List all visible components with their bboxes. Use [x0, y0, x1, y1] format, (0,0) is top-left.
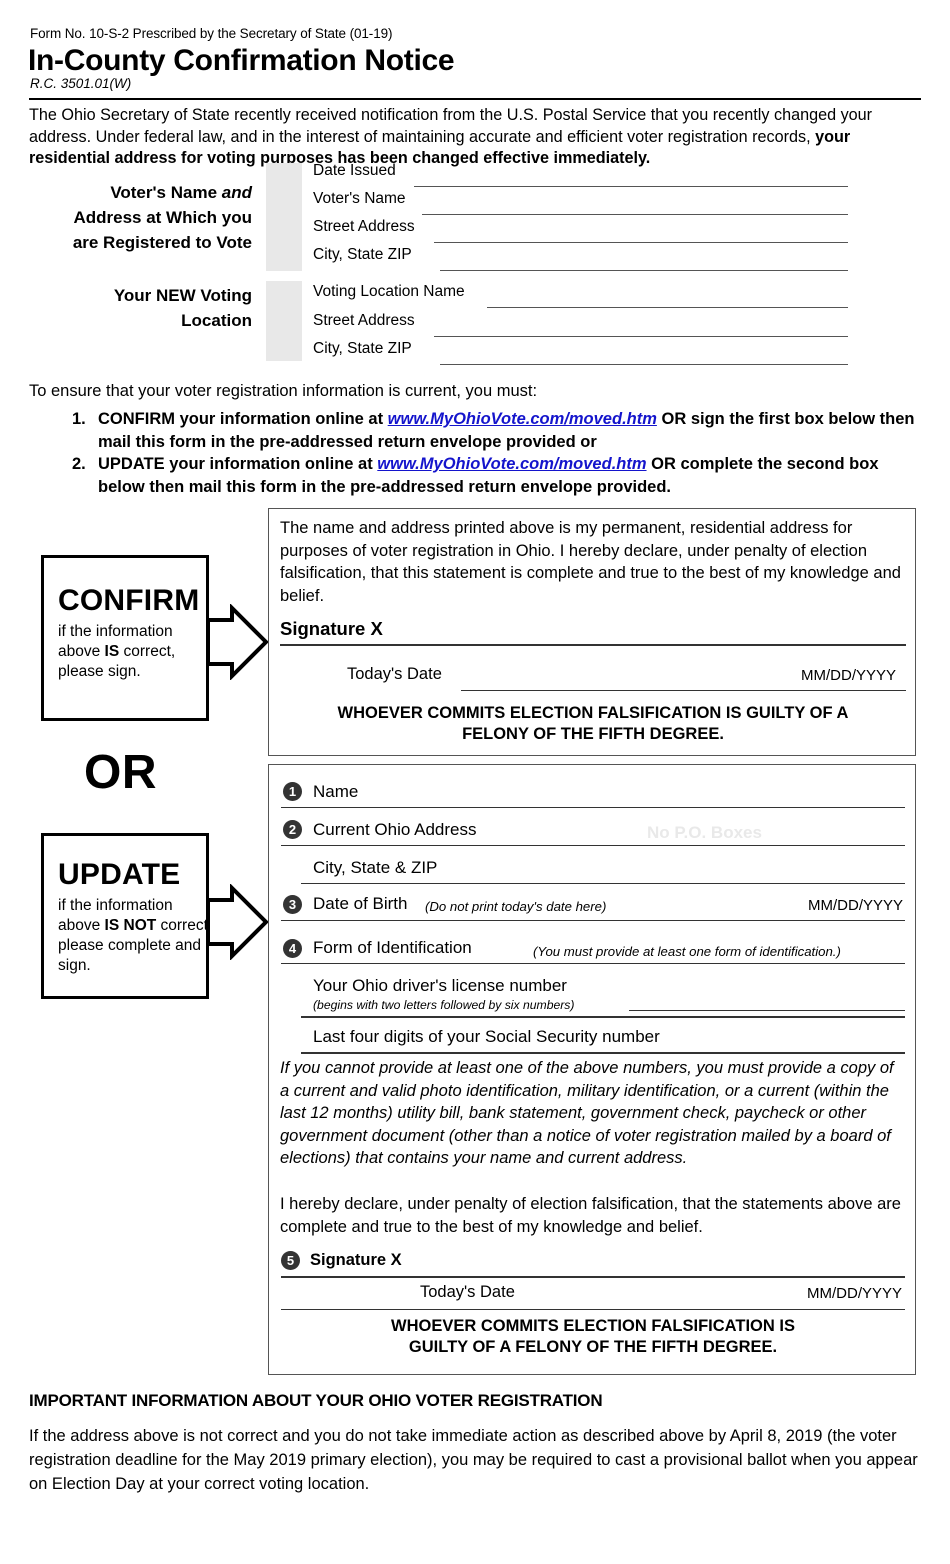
registered-label-line1-italic: and: [221, 183, 252, 202]
new-location-label-line2: Location: [181, 311, 252, 330]
update-date-rule[interactable]: [281, 1309, 905, 1310]
field-rule-city-state-zip[interactable]: [440, 270, 848, 271]
update-item-2-number: 2: [283, 820, 302, 839]
confirm-declaration: The name and address printed above is my…: [280, 519, 901, 605]
header-divider: [29, 98, 921, 100]
confirm-subtext: if the information above IS correct, ple…: [58, 622, 213, 682]
rc-citation: R.C. 3501.01(W): [30, 76, 132, 91]
new-location-label-line1: Your NEW Voting: [113, 286, 252, 305]
confirm-todays-date-label: Today's Date: [347, 665, 442, 683]
update-item-city-label: City, State & ZIP: [313, 858, 438, 877]
confirm-date-format: MM/DD/YYYY: [801, 667, 897, 684]
footer-body: If the address above is not correct and …: [29, 1427, 918, 1493]
field-label-voting-location-name: Voting Location Name: [313, 283, 465, 300]
no-po-boxes-watermark: No P.O. Boxes: [647, 823, 762, 842]
intro-paragraph: The Ohio Secretary of State recently rec…: [29, 105, 924, 170]
update-item-1-rule[interactable]: [281, 807, 905, 808]
field-label-date-issued: Date Issued: [313, 162, 396, 179]
drivers-license-entry-rule[interactable]: [629, 1010, 905, 1011]
update-item-4-rule[interactable]: [281, 963, 905, 964]
ssn-last-four-label: Last four digits of your Social Security…: [313, 1027, 660, 1046]
update-item-3-label: Date of Birth: [313, 894, 408, 913]
update-subtext-bold: IS NOT: [104, 917, 157, 934]
new-location-graybar: [266, 281, 302, 361]
registered-block-label: Voter's Name and Address at Which you ar…: [20, 180, 252, 255]
field-rule-date-issued[interactable]: [414, 186, 848, 187]
field-rule-location-street[interactable]: [434, 336, 848, 337]
intro-text: The Ohio Secretary of State recently rec…: [29, 106, 873, 146]
field-rule-street-address[interactable]: [434, 242, 848, 243]
instructions-lead: To ensure that your voter registration i…: [29, 382, 538, 400]
update-signature-label: Signature X: [310, 1251, 402, 1269]
field-rule-voters-name[interactable]: [422, 214, 848, 215]
confirm-date-rule[interactable]: [461, 690, 906, 691]
registered-label-line1: Voter's Name: [110, 183, 222, 202]
confirm-heading: CONFIRM: [58, 584, 200, 617]
update-subtext: if the information above IS NOT correct,…: [58, 896, 213, 976]
or-separator: OR: [84, 746, 157, 799]
alternate-id-paragraph: If you cannot provide at least one of th…: [280, 1059, 894, 1167]
field-label-location-city-state-zip: City, State ZIP: [313, 340, 412, 357]
instruction-item-1: 1. CONFIRM your information online at www…: [72, 408, 916, 453]
update-signature-rule[interactable]: [281, 1276, 905, 1278]
update-declaration: I hereby declare, under penalty of elect…: [280, 1195, 901, 1236]
instruction-item-2: 2. UPDATE your information online at www.…: [72, 453, 916, 498]
footer-heading: IMPORTANT INFORMATION ABOUT YOUR OHIO VO…: [29, 1391, 603, 1410]
form-number: Form No. 10-S-2 Prescribed by the Secret…: [30, 26, 393, 41]
update-item-3-number: 3: [283, 895, 302, 914]
document-page: Form No. 10-S-2 Prescribed by the Secret…: [0, 0, 950, 1564]
update-panel: 1 Name 2 Current Ohio Address No P.O. Bo…: [268, 764, 916, 1375]
update-felony-line1: WHOEVER COMMITS ELECTION FALSIFICATION I…: [391, 1317, 795, 1335]
field-rule-location-city-state-zip[interactable]: [440, 364, 848, 365]
update-felony-line2: GUILTY OF A FELONY OF THE FIFTH DEGREE.: [408, 1338, 778, 1356]
registered-label-line3: are Registered to Vote: [72, 233, 252, 252]
drivers-license-note: (begins with two letters followed by six…: [313, 998, 575, 1012]
new-location-label: Your NEW Voting Location: [20, 283, 252, 333]
update-felony-warning: WHOEVER COMMITS ELECTION FALSIFICATION I…: [280, 1316, 906, 1358]
instruction-1-number: 1.: [72, 410, 86, 428]
instruction-2-before: UPDATE your information online at: [98, 455, 378, 473]
page-title: In-County Confirmation Notice: [28, 44, 455, 77]
registered-label-line2: Address at Which you: [73, 208, 252, 227]
confirm-signature-label: Signature X: [280, 618, 383, 639]
field-rule-voting-location-name[interactable]: [487, 307, 848, 308]
update-arrow-icon: [206, 884, 269, 960]
confirm-panel: The name and address printed above is my…: [268, 508, 916, 756]
field-label-city-state-zip: City, State ZIP: [313, 246, 412, 263]
registered-block-graybar: [266, 163, 302, 271]
myohiovote-link-2[interactable]: www.MyOhioVote.com/moved.htm: [377, 455, 646, 473]
instruction-1-before: CONFIRM your information online at: [98, 410, 388, 428]
update-heading: UPDATE: [58, 858, 181, 891]
update-item-3-rule[interactable]: [281, 920, 905, 921]
field-label-location-street: Street Address: [313, 312, 415, 329]
update-item-city-rule[interactable]: [301, 883, 905, 884]
confirm-arrow-icon: [206, 604, 269, 680]
update-item-3-note: (Do not print today's date here): [425, 899, 607, 914]
ssn-last-four-rule[interactable]: [301, 1052, 905, 1054]
update-date-format: MM/DD/YYYY: [807, 1285, 903, 1302]
update-item-3-date-format: MM/DD/YYYY: [808, 897, 904, 914]
update-item-1-number: 1: [283, 782, 302, 801]
update-item-1-label: Name: [313, 782, 359, 801]
drivers-license-label: Your Ohio driver's license number: [313, 976, 567, 995]
confirm-felony-line2: FELONY OF THE FIFTH DEGREE.: [462, 725, 724, 743]
field-label-street-address: Street Address: [313, 218, 415, 235]
update-signature-number: 5: [281, 1251, 300, 1270]
update-item-4-note: (You must provide at least one form of i…: [533, 944, 841, 959]
drivers-license-rule: [301, 1016, 905, 1018]
confirm-felony-line1: WHOEVER COMMITS ELECTION FALSIFICATION I…: [337, 704, 849, 722]
confirm-signature-rule[interactable]: [280, 644, 906, 646]
field-label-voters-name: Voter's Name: [313, 190, 406, 207]
confirm-felony-warning: WHOEVER COMMITS ELECTION FALSIFICATION I…: [280, 703, 906, 745]
update-item-2-label: Current Ohio Address: [313, 820, 477, 839]
confirm-side-box[interactable]: CONFIRM if the information above IS corr…: [41, 555, 209, 721]
update-side-box[interactable]: UPDATE if the information above IS NOT c…: [41, 833, 212, 999]
update-todays-date-label: Today's Date: [420, 1283, 515, 1301]
confirm-subtext-bold: IS: [104, 643, 120, 660]
update-item-4-label: Form of Identification: [313, 938, 472, 957]
update-item-4-number: 4: [283, 939, 302, 958]
instruction-2-number: 2.: [72, 455, 86, 473]
myohiovote-link-1[interactable]: www.MyOhioVote.com/moved.htm: [388, 410, 657, 428]
update-item-2-rule[interactable]: [281, 845, 905, 846]
